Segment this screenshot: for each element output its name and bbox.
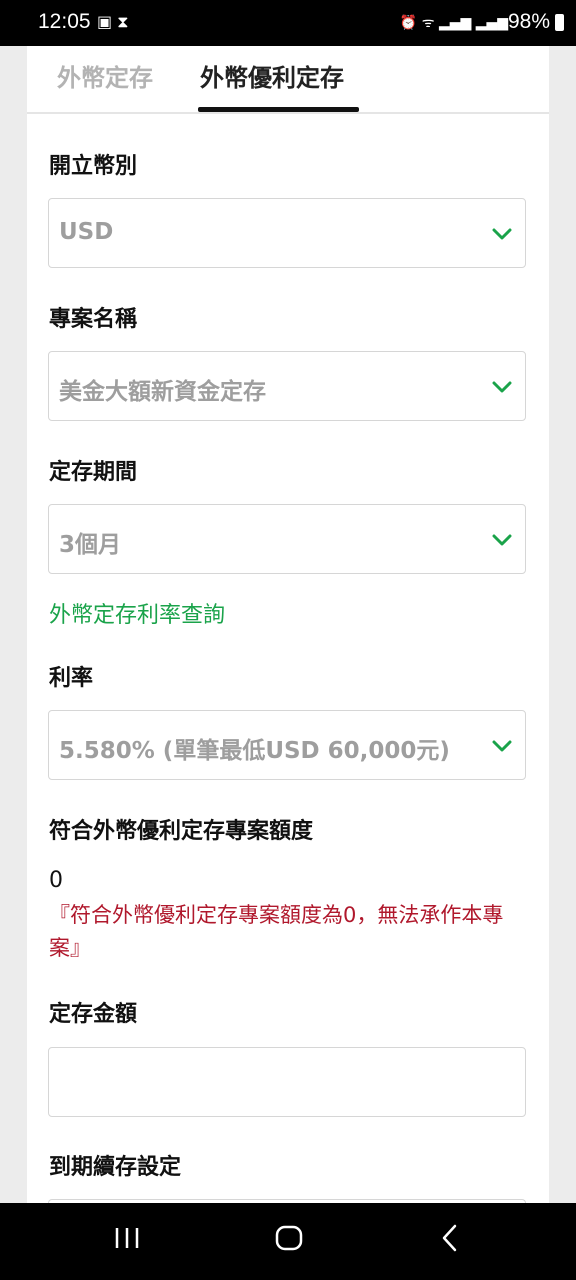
amount-input[interactable] (48, 1047, 526, 1117)
tab-bar: 外幣定存 外幣優利定存 (27, 46, 549, 114)
navigation-bar (0, 1203, 576, 1280)
battery-icon (555, 14, 564, 31)
tab-foreign-deposit[interactable]: 外幣定存 (57, 58, 153, 93)
signal-icons: ⏰ ᯤ ▂▄▆ ▂▄▆ (399, 15, 508, 31)
status-bar: 12:05 ▣ ⧗ ⏰ ᯤ ▂▄▆ ▂▄▆ 98% (0, 0, 576, 46)
renewal-label: 到期續存設定 (49, 1155, 182, 1180)
home-icon[interactable] (274, 1223, 304, 1253)
currency-value: USD (59, 219, 114, 245)
rate-value: 5.580% (單筆最低USD 60,000元) (59, 738, 450, 764)
term-value: 3個月 (59, 532, 122, 558)
chevron-down-icon (492, 534, 512, 546)
project-label: 專案名稱 (49, 307, 138, 332)
form-card: 外幣定存 外幣優利定存 開立幣別 USD 專案名稱 美金大額新資金定存 定存期間… (27, 46, 549, 1219)
rate-select[interactable]: 5.580% (單筆最低USD 60,000元) (48, 710, 526, 780)
currency-label: 開立幣別 (49, 154, 138, 179)
quota-label: 符合外幣優利定存專案額度 (49, 819, 314, 844)
project-select[interactable]: 美金大額新資金定存 (48, 351, 526, 421)
term-label: 定存期間 (49, 460, 138, 485)
tab-preferential-deposit[interactable]: 外幣優利定存 (200, 58, 344, 93)
chevron-down-icon (492, 381, 512, 393)
term-select[interactable]: 3個月 (48, 504, 526, 574)
chevron-down-icon (492, 228, 512, 240)
notification-icons: ▣ ⧗ (97, 12, 129, 31)
back-icon[interactable] (438, 1223, 462, 1253)
currency-select[interactable]: USD (48, 198, 526, 268)
quota-value: 0 (49, 868, 63, 893)
project-value: 美金大額新資金定存 (59, 379, 266, 405)
amount-label: 定存金額 (49, 1002, 138, 1027)
chevron-down-icon (492, 740, 512, 752)
quota-warning: 『符合外幣優利定存專案額度為0，無法承作本專案』 (49, 903, 504, 960)
status-time: 12:05 (38, 10, 91, 33)
battery-percent: 98% (507, 10, 550, 33)
rate-label: 利率 (49, 666, 94, 691)
active-tab-indicator (198, 107, 359, 112)
recent-apps-icon[interactable] (114, 1223, 140, 1253)
rate-inquiry-link[interactable]: 外幣定存利率查詢 (49, 597, 225, 629)
